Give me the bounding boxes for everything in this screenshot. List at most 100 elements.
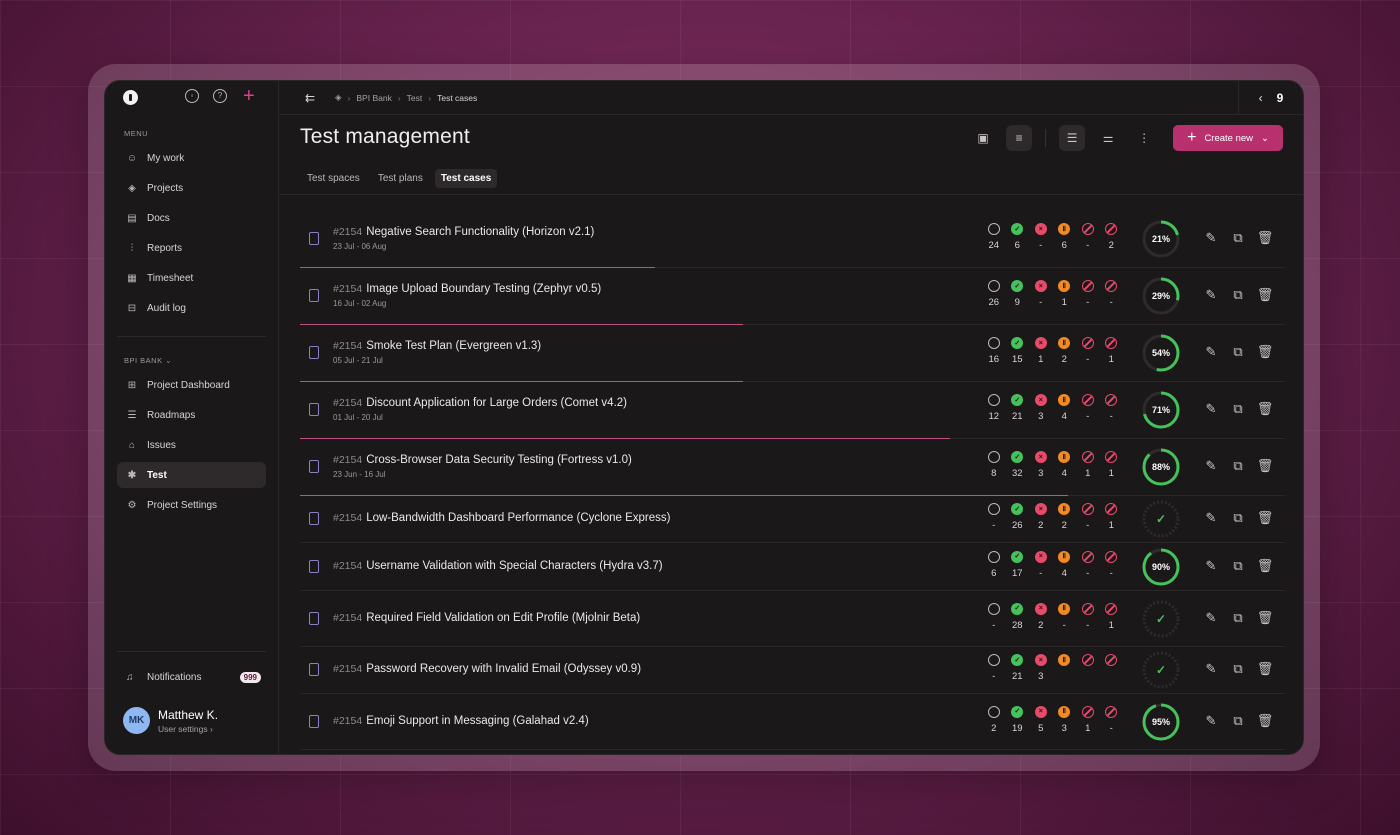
adjustments-icon[interactable]: ⚌ [1095, 125, 1121, 151]
filter-icon[interactable]: ☰ [1059, 125, 1086, 151]
test-case-icon [309, 512, 319, 525]
sidebar-item-roadmaps[interactable]: ☰ Roadmaps [117, 402, 266, 428]
edit-icon[interactable]: ✎ [1204, 230, 1218, 245]
home-icon[interactable]: ◈ [335, 92, 342, 103]
sidebar-item-label: Timesheet [147, 272, 194, 284]
trash-icon[interactable]: 🗑 [1257, 661, 1274, 676]
table-row[interactable]: #2154 Low-Bandwidth Dashboard Performance… [300, 496, 1285, 543]
tab-test-spaces[interactable]: Test spaces [301, 169, 366, 188]
status-counts: 12 ✓ 21 × 3 Ⅱ 4- - [982, 394, 1123, 422]
edit-icon[interactable]: ✎ [1204, 510, 1218, 525]
sidebar-item-projects[interactable]: ◈ Projects [117, 175, 266, 201]
collapse-sidebar-icon[interactable]: ⇇ [305, 91, 315, 105]
table-row[interactable]: #2154 Smoke Test Plan (Evergreen v1.3) 05 … [300, 325, 1285, 382]
test-case-name[interactable]: #2154 Image Upload Boundary Testing (Zeph… [333, 283, 601, 295]
list-view-icon[interactable]: ≡ [1006, 125, 1033, 151]
duplicate-icon[interactable]: ⧉ [1231, 713, 1245, 728]
user-settings-link[interactable]: User settings › [158, 724, 218, 734]
duplicate-icon[interactable]: ⧉ [1231, 287, 1245, 302]
duplicate-icon[interactable]: ⧉ [1231, 610, 1245, 625]
sidebar-item-timesheet[interactable]: ▦ Timesheet [117, 265, 266, 291]
add-icon[interactable]: + [243, 86, 255, 106]
more-options-icon[interactable]: ⋮ [1131, 125, 1157, 151]
table-row[interactable]: #2154 Discount Application for Large Orde… [300, 382, 1285, 439]
edit-icon[interactable]: ✎ [1204, 610, 1218, 625]
duplicate-icon[interactable]: ⧉ [1231, 344, 1245, 359]
table-row[interactable]: #2154 Emoji Support in Messaging (Galahad… [300, 694, 1285, 750]
tab-test-cases[interactable]: Test cases [434, 169, 498, 188]
test-case-name[interactable]: #2154 Negative Search Functionality (Hori… [333, 226, 594, 238]
duplicate-icon[interactable]: ⧉ [1231, 401, 1245, 416]
sidebar-item-my-work[interactable]: ☺ My work [117, 145, 266, 171]
status-count: × - [1029, 550, 1053, 579]
sidebar-item-test[interactable]: ✱ Test [117, 462, 266, 488]
skipped-status-icon [1105, 223, 1118, 235]
blocked-status-icon [1081, 451, 1094, 463]
edit-icon[interactable]: ✎ [1204, 713, 1218, 728]
help-icon[interactable]: ? [213, 89, 227, 103]
test-case-name[interactable]: #2154 Emoji Support in Messaging (Galahad… [333, 715, 589, 727]
edit-icon[interactable]: ✎ [1204, 344, 1218, 359]
project-section-label[interactable]: BPI BANK ⌄ [124, 356, 172, 365]
paused-status-icon: Ⅱ [1058, 337, 1071, 349]
edit-icon[interactable]: ✎ [1204, 458, 1218, 473]
table-row[interactable]: #2154 Negative Search Functionality (Hori… [300, 211, 1285, 268]
trash-icon[interactable]: 🗑 [1257, 610, 1274, 625]
passed-status-icon: ✓ [1011, 503, 1024, 515]
paused-status-icon: Ⅱ [1058, 451, 1071, 463]
breadcrumb-item[interactable]: Test [407, 93, 423, 103]
status-count: Ⅱ [1053, 654, 1077, 682]
trash-icon[interactable]: 🗑 [1257, 230, 1274, 245]
test-case-name[interactable]: #2154 Low-Bandwidth Dashboard Performance… [333, 512, 670, 524]
test-case-name[interactable]: #2154 Cross-Browser Data Security Testing… [333, 454, 632, 466]
trash-icon[interactable]: 🗑 [1257, 510, 1274, 525]
duplicate-icon[interactable]: ⧉ [1231, 458, 1245, 473]
status-count: - [1100, 280, 1124, 308]
edit-icon[interactable]: ✎ [1204, 401, 1218, 416]
test-case-name[interactable]: #2154 Required Field Validation on Edit P… [333, 612, 640, 624]
trash-icon[interactable]: 🗑 [1257, 713, 1274, 728]
duplicate-icon[interactable]: ⧉ [1231, 661, 1245, 676]
table-row[interactable]: #2154 Username Validation with Special Ch… [300, 543, 1285, 591]
sidebar-item-audit-log[interactable]: ⊟ Audit log [117, 295, 266, 321]
chevron-left-icon[interactable]: ‹ [1259, 91, 1263, 105]
passed-status-icon: ✓ [1011, 394, 1024, 406]
test-case-name[interactable]: #2154 Smoke Test Plan (Evergreen v1.3) [333, 340, 541, 352]
duplicate-icon[interactable]: ⧉ [1231, 558, 1245, 573]
settings-gear-icon[interactable]: ◦ [185, 89, 199, 103]
test-case-name[interactable]: #2154 Password Recovery with Invalid Emai… [333, 663, 641, 675]
sidebar-item-project-settings[interactable]: ⚙ Project Settings [117, 492, 266, 518]
open-status-icon [987, 280, 1000, 292]
sidebar-item-issues[interactable]: ⌂ Issues [117, 432, 266, 458]
sidebar-item-docs[interactable]: ▤ Docs [117, 205, 266, 231]
table-row[interactable]: #2154 Cross-Browser Data Security Testing… [300, 439, 1285, 496]
sidebar-item-project-dashboard[interactable]: ⊞ Project Dashboard [117, 372, 266, 398]
trash-icon[interactable]: 🗑 [1257, 344, 1274, 359]
duplicate-icon[interactable]: ⧉ [1231, 510, 1245, 525]
sidebar-item-reports[interactable]: ⫶ Reports [117, 235, 266, 261]
edit-icon[interactable]: ✎ [1204, 558, 1218, 573]
table-row[interactable]: #2154 Password Recovery with Invalid Emai… [300, 647, 1285, 694]
table-row[interactable]: #2154 Image Upload Boundary Testing (Zeph… [300, 268, 1285, 325]
status-count-value: - [992, 619, 996, 631]
status-count-value: 2 [1038, 520, 1044, 531]
trash-icon[interactable]: 🗑 [1257, 287, 1274, 302]
create-new-button[interactable]: + Create new ⌄ [1173, 125, 1283, 151]
board-view-icon[interactable]: ▣ [970, 125, 996, 151]
table-row[interactable]: #2154 Required Field Validation on Edit P… [300, 591, 1285, 647]
notifications-item[interactable]: ♫ Notifications 999 [117, 664, 266, 690]
test-case-name[interactable]: #2154 Discount Application for Large Orde… [333, 397, 627, 409]
completion-percent: 95% [1151, 716, 1170, 727]
duplicate-icon[interactable]: ⧉ [1231, 230, 1245, 245]
edit-icon[interactable]: ✎ [1204, 287, 1218, 302]
check-icon: ✓ [1155, 663, 1167, 677]
tab-test-plans[interactable]: Test plans [372, 169, 429, 188]
edit-icon[interactable]: ✎ [1204, 661, 1218, 676]
test-case-name[interactable]: #2154 Username Validation with Special Ch… [333, 560, 663, 572]
trash-icon[interactable]: 🗑 [1257, 558, 1274, 573]
app-logo[interactable] [123, 90, 138, 105]
breadcrumb-item[interactable]: BPI Bank [356, 93, 391, 103]
trash-icon[interactable]: 🗑 [1257, 401, 1274, 416]
trash-icon[interactable]: 🗑 [1257, 458, 1274, 473]
user-profile[interactable]: MK Matthew K. User settings › [123, 707, 218, 734]
